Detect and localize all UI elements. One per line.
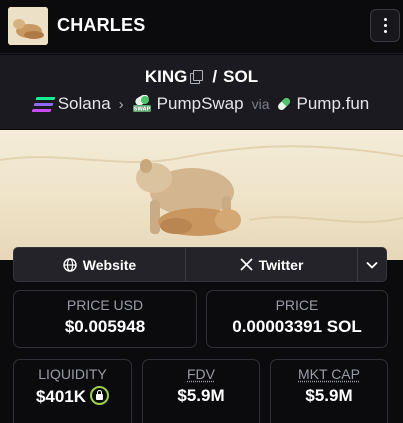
- dogs-photo: [0, 145, 403, 236]
- top-header: CHARLES: [0, 0, 403, 54]
- chevron-right-icon: ›: [118, 95, 124, 113]
- base-symbol: KING: [144, 67, 188, 86]
- token-logo: [8, 7, 48, 45]
- pumpfun-pill-icon: [277, 98, 290, 110]
- vertical-dots-icon: [383, 18, 387, 21]
- website-button[interactable]: Website: [14, 248, 186, 281]
- stat-fdv: FDV $5.9M: [142, 359, 260, 423]
- stat-value: $5.9M: [177, 386, 225, 405]
- more-links-button[interactable]: [358, 248, 386, 281]
- twitter-label: Twitter: [258, 256, 304, 273]
- stat-price-usd: PRICE USD $0.005948: [13, 290, 197, 348]
- globe-icon: [63, 257, 77, 272]
- stat-label[interactable]: MKT CAP: [271, 366, 387, 382]
- via-label: via: [251, 96, 270, 112]
- svg-text:SWAP: SWAP: [133, 107, 150, 113]
- stat-label: PRICE: [275, 297, 319, 313]
- dog-avatar-icon: [8, 7, 48, 45]
- chain-link[interactable]: Solana: [58, 94, 111, 114]
- pair-title: KING / SOL: [0, 67, 403, 87]
- stat-value: $5.9M: [305, 386, 353, 405]
- twitter-button[interactable]: Twitter: [186, 248, 358, 281]
- stat-market-cap: MKT CAP $5.9M: [270, 359, 388, 423]
- pumpswap-icon: SWAP: [132, 95, 151, 113]
- stat-label[interactable]: FDV: [143, 366, 259, 382]
- solana-icon: [31, 96, 56, 112]
- stat-value: $0.005948: [64, 317, 146, 336]
- chevron-down-icon: [366, 261, 378, 269]
- social-links-bar: Website Twitter: [13, 247, 387, 282]
- stat-value: 0.00003391 SOL: [232, 317, 362, 336]
- more-options-button[interactable]: [370, 9, 400, 42]
- stat-liquidity: LIQUIDITY $401K: [13, 359, 132, 423]
- quote-symbol: SOL: [223, 67, 259, 86]
- token-banner-image: [0, 130, 403, 260]
- launchpad-link[interactable]: Pump.fun: [297, 94, 370, 114]
- stat-price-native: PRICE 0.00003391 SOL: [206, 290, 388, 348]
- pair-separator: /: [212, 67, 218, 86]
- token-name: CHARLES: [57, 15, 146, 35]
- route-breadcrumb: Solana › SWAP PumpSwap via Pump.fun: [0, 93, 403, 115]
- copy-icon[interactable]: [190, 70, 204, 84]
- stat-label: LIQUIDITY: [38, 366, 107, 382]
- stat-label: PRICE USD: [66, 297, 144, 313]
- stat-value-row: $401K: [14, 386, 131, 407]
- pair-info: KING / SOL Solana › SWAP PumpSwap via Pump…: [0, 55, 403, 129]
- lock-icon[interactable]: [90, 386, 110, 405]
- dex-link[interactable]: PumpSwap: [157, 94, 244, 114]
- stat-value: $401K: [35, 387, 87, 406]
- x-logo-icon: [239, 258, 253, 271]
- website-label: Website: [82, 256, 137, 273]
